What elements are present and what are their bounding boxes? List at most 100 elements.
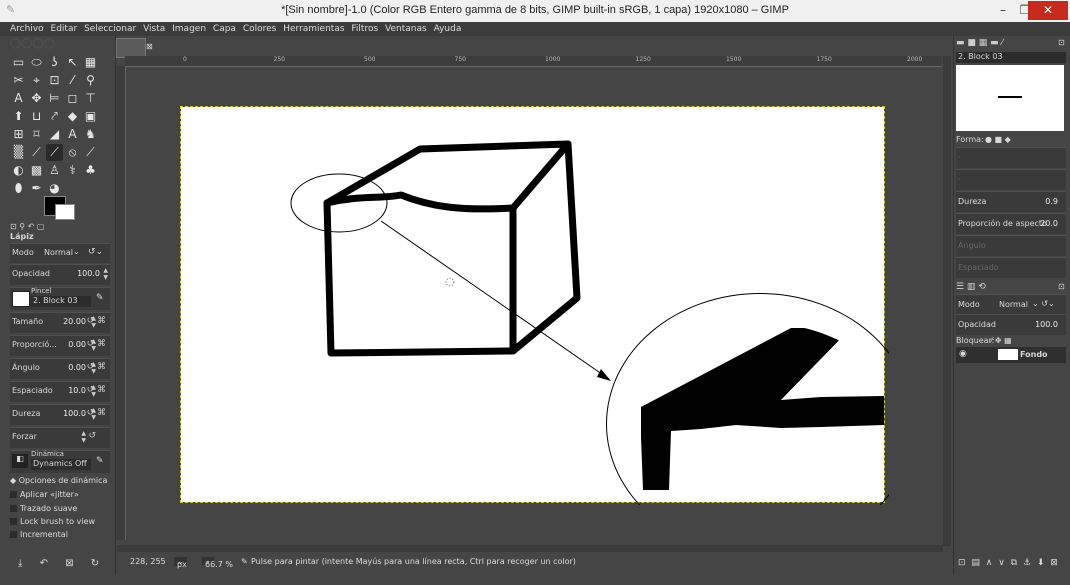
- shape-options[interactable]: ● ■ ◆: [985, 135, 1011, 144]
- layers-dock-tabs[interactable]: ☰ ▥ ⟲: [956, 282, 986, 292]
- tool-icon[interactable]: ⤤: [46, 108, 63, 125]
- vertical-ruler[interactable]: [116, 66, 126, 540]
- restore-options-icon[interactable]: ↶: [40, 558, 48, 569]
- dynamics-options-expander[interactable]: ◆ Opciones de dinámica: [10, 476, 107, 485]
- unit-select[interactable]: px ⌄: [174, 557, 187, 569]
- layers-mode-select[interactable]: Normal: [999, 300, 1028, 309]
- zoom-select[interactable]: 66.7 % ⌄: [202, 557, 233, 569]
- reset-icon[interactable]: ↺⌄: [88, 247, 103, 257]
- menu-archivo[interactable]: Archivo: [8, 22, 46, 36]
- brush-editor-name[interactable]: 2. Block 03: [956, 52, 1066, 63]
- tool-icon[interactable]: ◢: [46, 126, 63, 143]
- lock-brush-checkbox[interactable]: Lock brush to view: [10, 517, 95, 526]
- tool-icon[interactable]: ⊡: [46, 72, 63, 89]
- tool-icon[interactable]: ⊞: [10, 126, 27, 143]
- menu-imagen[interactable]: Imagen: [170, 22, 208, 36]
- layers-dock-menu-icon[interactable]: ⊡: [1058, 282, 1065, 291]
- tool-icon[interactable]: ⊤: [82, 90, 99, 107]
- tool-icon[interactable]: ⌖: [28, 72, 45, 89]
- link-reset-icon[interactable]: ↺ ⌘: [87, 408, 106, 418]
- dynamics-field[interactable]: Dynamics Off: [31, 459, 91, 470]
- hardness-value[interactable]: 100.0: [63, 409, 86, 418]
- tool-icon[interactable]: ◻: [64, 90, 81, 107]
- image-canvas[interactable]: [180, 106, 889, 505]
- tool-icon[interactable]: ▩: [28, 162, 45, 179]
- tool-icon[interactable]: ▣: [82, 108, 99, 125]
- aspect-value[interactable]: 0.00: [68, 340, 86, 349]
- tool-icon[interactable]: ♙: [46, 162, 63, 179]
- tool-icon[interactable]: ⌑: [28, 126, 45, 143]
- close-tab-icon[interactable]: ⊠: [146, 42, 153, 51]
- horizontal-scrollbar[interactable]: [117, 545, 943, 552]
- tool-icon[interactable]: ▦: [82, 54, 99, 71]
- dock-tabs[interactable]: ▬ ■ ▦ ▬ ⁄: [956, 38, 1003, 48]
- lock-icons[interactable]: ⁄ ✥ ▦: [991, 336, 1012, 345]
- tool-icon[interactable]: ♣: [82, 162, 99, 179]
- menu-ventanas[interactable]: Ventanas: [383, 22, 429, 36]
- link-reset-icon[interactable]: ↺ ⌘: [87, 316, 106, 326]
- chevron-down-icon[interactable]: ⌄: [73, 247, 80, 256]
- brush-preview[interactable]: [12, 291, 30, 307]
- tab-icons-row[interactable]: ⊡ ⚲ ↶ ▢: [10, 222, 50, 231]
- tool-icon[interactable]: ↖: [64, 54, 81, 71]
- menu-capa[interactable]: Capa: [211, 22, 238, 36]
- tool-icon[interactable]: ⬆: [10, 108, 27, 125]
- tool-icon[interactable]: ⚲: [82, 72, 99, 89]
- save-options-icon[interactable]: ⤓: [18, 558, 22, 569]
- tool-icon[interactable]: ◐: [10, 162, 27, 179]
- menu-filtros[interactable]: Filtros: [349, 22, 380, 36]
- menu-ayuda[interactable]: Ayuda: [432, 22, 464, 36]
- delete-options-icon[interactable]: ⊠: [65, 558, 73, 569]
- menu-seleccionar[interactable]: Seleccionar: [82, 22, 138, 36]
- link-reset-icon[interactable]: ↺ ⌘: [87, 385, 106, 395]
- tool-icon[interactable]: ✒: [28, 180, 45, 197]
- layer-row-fondo[interactable]: ◉ Fondo: [956, 347, 1066, 363]
- link-reset-icon[interactable]: ↺ ⌘: [87, 362, 106, 372]
- tool-icon[interactable]: ⬭: [28, 54, 45, 71]
- reset-options-icon[interactable]: ↻: [91, 558, 99, 569]
- link-reset-icon[interactable]: ↺ ⌘: [87, 339, 106, 349]
- right-hardness-value[interactable]: 0.9: [1045, 197, 1058, 206]
- smooth-stroke-checkbox[interactable]: Trazado suave: [10, 504, 77, 513]
- tool-icon[interactable]: A: [64, 126, 81, 143]
- tool-icon[interactable]: ʖ: [46, 54, 63, 71]
- menu-colores[interactable]: Colores: [241, 22, 279, 36]
- menu-vista[interactable]: Vista: [141, 22, 167, 36]
- tool-icon[interactable]: ⊔: [28, 108, 45, 125]
- tool-icon[interactable]: ⬮: [10, 180, 27, 197]
- opacity-value[interactable]: 100.0: [77, 269, 100, 278]
- tool-icon[interactable]: ⊨: [46, 90, 63, 107]
- brush-name-field[interactable]: 2. Block 03: [31, 296, 91, 307]
- edit-brush-icon[interactable]: ✎: [96, 293, 104, 303]
- vertical-scrollbar[interactable]: [943, 56, 951, 546]
- tool-icon[interactable]: ✥: [28, 90, 45, 107]
- tool-icon[interactable]: A: [10, 90, 27, 107]
- image-tab-thumbnail[interactable]: [116, 38, 146, 58]
- tool-icon[interactable]: ✂: [10, 72, 27, 89]
- right-aspect-value[interactable]: 20.0: [1040, 219, 1058, 228]
- incremental-checkbox[interactable]: Incremental: [10, 530, 68, 539]
- spacing-value[interactable]: 10.0: [68, 386, 86, 395]
- tool-icon[interactable]: ▭: [10, 54, 27, 71]
- jitter-checkbox[interactable]: Aplicar «jitter»: [10, 490, 79, 499]
- tool-icon[interactable]: ⟋: [82, 144, 99, 161]
- tool-icon[interactable]: ▒: [10, 144, 27, 161]
- menu-editar[interactable]: Editar: [49, 22, 80, 36]
- horizontal-ruler[interactable]: 0 250 500 750 1000 1250 1500 1750 2000: [125, 56, 941, 67]
- tool-icon[interactable]: ♞: [82, 126, 99, 143]
- mode-select[interactable]: Normal: [44, 248, 73, 257]
- layer-name[interactable]: Fondo: [1020, 350, 1048, 359]
- layers-opacity-value[interactable]: 100.0: [1035, 320, 1058, 329]
- tool-icon[interactable]: ⁄: [64, 72, 81, 89]
- eye-icon[interactable]: ◉: [959, 349, 967, 359]
- menu-herramientas[interactable]: Herramientas: [281, 22, 346, 36]
- dynamics-icon[interactable]: ◧: [12, 454, 28, 468]
- background-color-swatch[interactable]: [55, 204, 75, 220]
- tool-icon[interactable]: ◕: [46, 180, 63, 197]
- tool-icon[interactable]: ⚕: [64, 162, 81, 179]
- opacity-spinner[interactable]: ▲ ▼: [103, 267, 108, 281]
- close-button[interactable]: ✕: [1028, 1, 1068, 20]
- tool-icon[interactable]: ⟋: [46, 144, 63, 161]
- layers-bottom-bar[interactable]: ⊡ ▤ ∧ ∨ ⧉ ⚓ ⬇ ⊠: [958, 558, 1058, 568]
- dock-menu-icon[interactable]: ⊡: [1058, 38, 1065, 47]
